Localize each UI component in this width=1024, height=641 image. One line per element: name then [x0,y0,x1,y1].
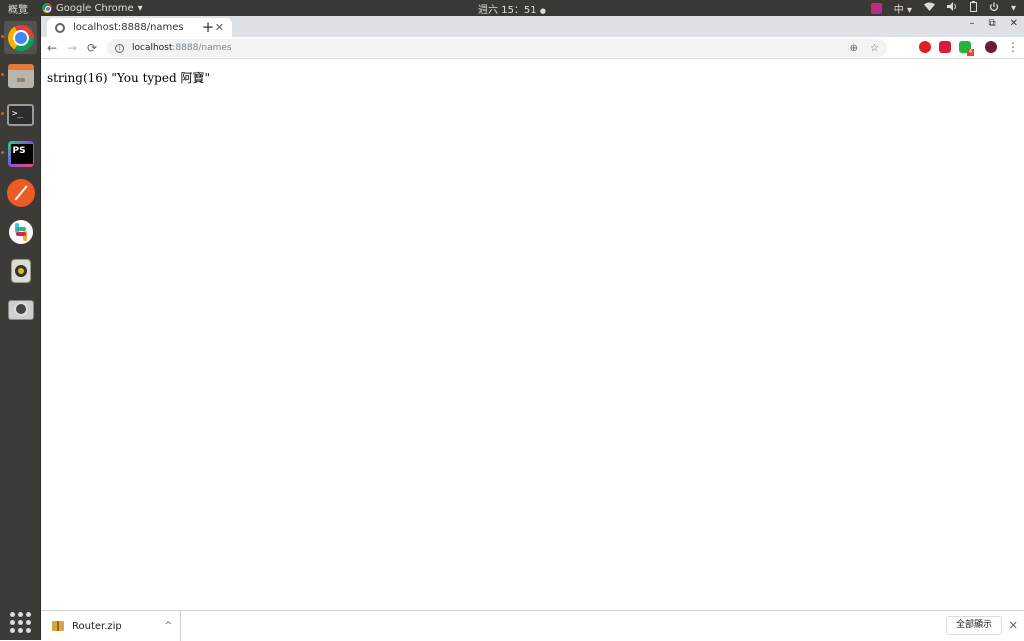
download-item[interactable]: Router.zip ^ [41,611,181,641]
omnibox-actions: ⊕ ☆ [850,39,879,57]
dock-files[interactable] [1,59,37,92]
tab-title: localhost:8888/names [73,22,184,33]
back-button[interactable]: ← [43,39,61,57]
rhythmbox-icon [10,258,31,283]
running-indicator [1,73,4,76]
app-menu[interactable]: Google Chrome ▾ [42,3,143,14]
wifi-icon[interactable] [923,2,935,14]
files-icon [7,63,34,88]
clock[interactable]: 週六 15：51 [478,5,537,16]
profile-avatar[interactable] [985,41,997,53]
download-shelf: Router.zip ^ 全部顯示 ✕ [41,610,1024,641]
window-controls: – ⧉ ✕ [969,18,1018,29]
close-download-shelf-icon[interactable]: ✕ [1009,619,1018,632]
extension-1-icon[interactable] [919,41,931,53]
chevron-up-icon[interactable]: ^ [164,621,172,631]
phpstorm-icon [7,140,34,167]
globe-icon [55,22,65,33]
forward-button[interactable]: → [63,39,81,57]
dock-phpstorm[interactable] [1,137,37,170]
battery-icon[interactable] [969,1,977,15]
page-content: string(16) "You typed 阿寶" [41,60,1024,610]
input-method-label: 中 [893,4,904,16]
show-all-downloads-button[interactable]: 全部顯示 [945,616,1002,635]
activities-button[interactable]: 概覽 [0,1,36,16]
extension-2-icon[interactable] [939,41,951,53]
running-indicator [1,35,4,38]
running-indicator [1,151,4,154]
dock-postman[interactable] [4,176,37,209]
extension-badge: 4 [967,49,974,56]
browser-toolbar: ← → ⟳ i localhost :8888/names ⊕ ☆ 4 ⋮ [41,37,1024,59]
input-method-arrow-icon: ▾ [906,4,912,16]
download-file-name: Router.zip [72,620,122,632]
dock-screenshot[interactable] [4,293,37,326]
url-path: :8888/names [172,43,232,53]
restore-icon[interactable]: ⧉ [988,18,995,29]
chrome-window: localhost:8888/names ✕ + – ⧉ ✕ ← → ⟳ i l… [41,16,1024,641]
reload-button[interactable]: ⟳ [83,39,101,57]
input-method-indicator[interactable]: 中 ▾ [894,1,912,16]
chrome-menu-icon[interactable]: ⋮ [1007,40,1019,54]
show-applications-icon[interactable] [10,612,31,633]
tray-arrow-icon[interactable]: ▾ [1011,3,1016,14]
postman-icon [6,178,35,207]
zip-file-icon [52,621,64,631]
terminal-icon: >_ [7,103,34,126]
chrome-icon [7,24,34,51]
minimize-icon[interactable]: – [969,18,974,29]
volume-icon[interactable] [946,2,958,14]
app-menu-arrow-icon: ▾ [137,2,143,14]
app-menu-label: Google Chrome [56,2,134,14]
running-indicator [1,112,4,115]
bookmark-star-icon[interactable]: ☆ [870,43,879,54]
launcher-dock: >_ [0,16,41,640]
close-window-icon[interactable]: ✕ [1010,18,1018,29]
php-output-text: string(16) "You typed 阿寶" [47,71,210,85]
top-panel: 概覽 Google Chrome ▾ 週六 15：51 ● 中 ▾ ▾ [0,0,1024,16]
extension-3-icon[interactable]: 4 [959,41,974,56]
url-host: localhost [132,43,173,53]
chrome-app-icon [42,3,52,13]
dock-terminal[interactable]: >_ [1,98,37,131]
system-tray: 中 ▾ ▾ [870,0,1016,16]
dock-rhythmbox[interactable] [4,254,37,287]
new-tab-button[interactable]: + [199,18,217,36]
notification-dot-icon: ● [539,6,546,15]
address-bar[interactable]: i localhost :8888/names ⊕ ☆ [107,39,887,57]
tray-app-icon[interactable] [870,2,882,14]
tab-strip: localhost:8888/names ✕ + – ⧉ ✕ [41,16,1024,37]
zoom-icon[interactable]: ⊕ [850,43,858,54]
camera-icon [7,299,34,320]
dock-slack[interactable] [4,215,37,248]
site-info-icon[interactable]: i [115,43,124,53]
slack-icon [8,219,33,244]
dock-chrome[interactable] [1,21,37,54]
power-menu-icon[interactable] [989,2,999,15]
